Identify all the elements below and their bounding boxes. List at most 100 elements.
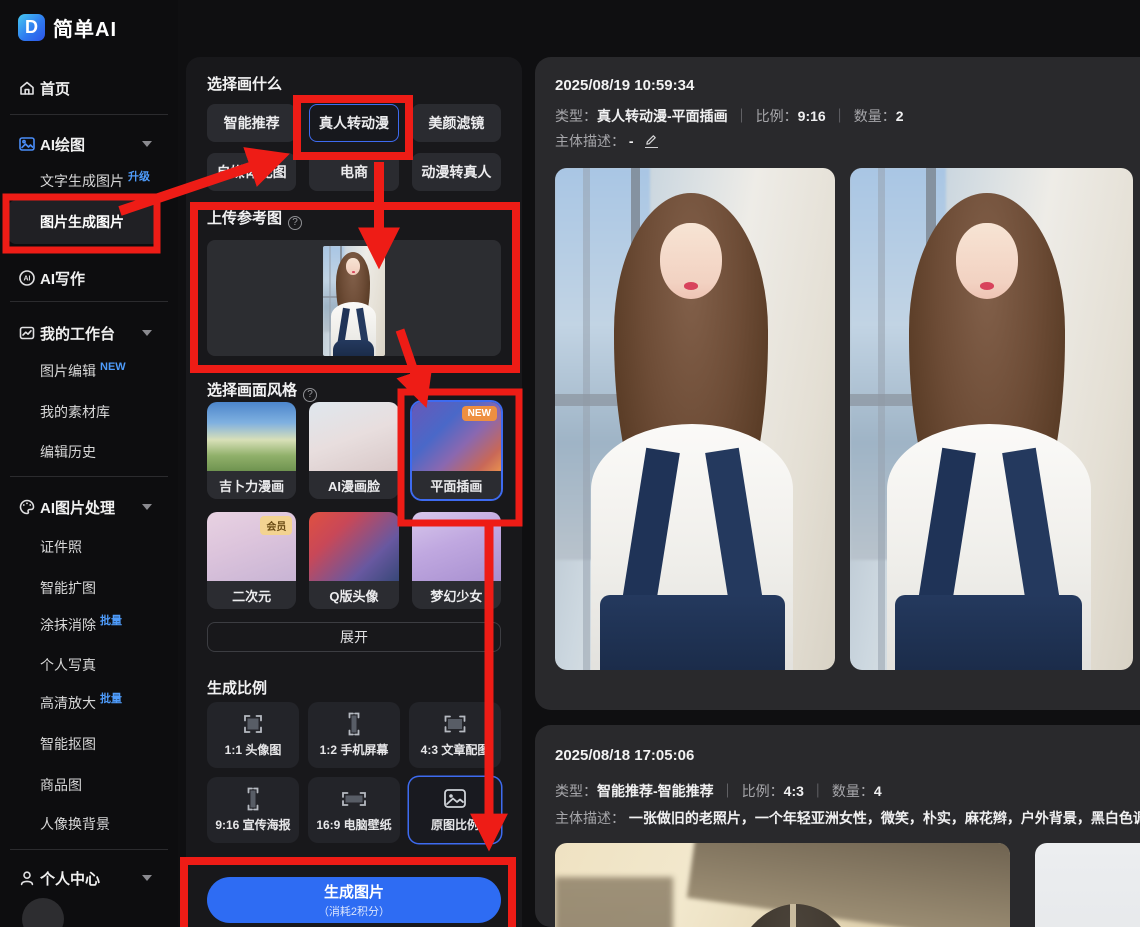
ratio-1-2[interactable]: 1:2 手机屏幕 [308, 702, 400, 768]
chevron-down-icon[interactable] [142, 330, 152, 336]
generated-image-1[interactable] [555, 168, 835, 670]
style-q-avatar-thumbnail [309, 512, 398, 581]
style-label: Q版头像 [309, 581, 398, 609]
style-ai-manga-face[interactable]: AI漫画脸 [309, 402, 398, 499]
style-q-avatar[interactable]: Q版头像 [309, 512, 398, 609]
generate-button-cost: （消耗2积分） [318, 903, 390, 919]
sidebar-divider [10, 476, 168, 477]
generated-image-2[interactable] [850, 168, 1133, 670]
sidebar-item-personal-center[interactable]: 个人中心 [0, 865, 178, 891]
sidebar: D 简单AI 首页 AI绘图 文字生成图片升级 图片生成图片 AI [0, 0, 178, 927]
result-timestamp: 2025/08/18 17:05:06 [555, 747, 694, 764]
crop-portrait-icon [239, 787, 267, 811]
ratio-label: 4:3 文章配图 [421, 741, 490, 758]
category-photo-to-anime[interactable]: 真人转动漫 [309, 104, 398, 142]
sidebar-item-image-edit[interactable]: 图片编辑NEW [0, 358, 178, 384]
crop-square-icon [239, 712, 267, 736]
workbench-icon [17, 323, 37, 343]
gray-photo-art [1035, 843, 1140, 927]
sidebar-item-label: 高清放大 [40, 695, 96, 711]
ai-circle-icon: AI [17, 268, 37, 288]
sidebar-item-id-photo[interactable]: 证件照 [0, 534, 178, 560]
sidebar-item-image-to-image[interactable]: 图片生成图片 [0, 209, 178, 235]
category-ecommerce[interactable]: 电商 [309, 153, 398, 191]
batch-badge: 批量 [100, 615, 122, 627]
ratio-original[interactable]: 原图比例 [409, 777, 501, 843]
style-ghibli[interactable]: 吉卜力漫画 [207, 402, 296, 499]
style-label: 吉卜力漫画 [207, 471, 296, 499]
expand-button[interactable]: 展开 [207, 622, 501, 652]
crop-tall-icon [340, 712, 368, 736]
meta-count-value: 2 [896, 108, 904, 124]
sidebar-item-label: 我的工作台 [40, 323, 115, 344]
generated-portrait-art [850, 168, 1133, 670]
help-icon[interactable]: ? [288, 216, 302, 230]
sidebar-item-hd-upscale[interactable]: 高清放大批量 [0, 690, 178, 716]
ratio-label: 9:16 宣传海报 [215, 816, 290, 833]
brand-logo-icon: D [18, 14, 45, 41]
help-icon[interactable]: ? [303, 388, 317, 402]
sidebar-item-ai-image-processing[interactable]: AI图片处理 [0, 494, 178, 520]
meta-count-value: 4 [874, 783, 882, 799]
sidebar-item-my-assets[interactable]: 我的素材库 [0, 399, 178, 425]
generate-button[interactable]: 生成图片 （消耗2积分） [207, 877, 501, 923]
style-ai-manga-face-thumbnail [309, 402, 398, 471]
ratio-1-1[interactable]: 1:1 头像图 [207, 702, 299, 768]
chevron-down-icon[interactable] [142, 504, 152, 510]
generate-button-label: 生成图片 [324, 881, 384, 902]
original-image-icon [441, 787, 469, 811]
new-badge: NEW [100, 361, 126, 373]
sidebar-item-product-image[interactable]: 商品图 [0, 772, 178, 798]
sidebar-item-label: 智能扩图 [40, 578, 96, 598]
category-beauty-filter[interactable]: 美颜滤镜 [412, 104, 501, 142]
sidebar-item-workbench[interactable]: 我的工作台 [0, 320, 178, 346]
style-dream-girl-thumbnail [412, 512, 501, 581]
desc-label: 主体描述： [555, 133, 625, 149]
category-smart-recommend[interactable]: 智能推荐 [207, 104, 296, 142]
upload-reference-area[interactable] [207, 240, 501, 356]
meta-ratio-value: 9:16 [798, 108, 826, 124]
sidebar-item-label: 涂抹消除 [40, 617, 96, 633]
desc-label: 主体描述： [555, 810, 625, 826]
brand-logo[interactable]: D 简单AI [18, 13, 117, 42]
uploaded-reference-image[interactable] [323, 246, 385, 356]
meta-type-label: 类型： [555, 783, 597, 799]
sidebar-item-label: AI写作 [40, 268, 85, 289]
style-dream-girl[interactable]: 梦幻少女 [412, 512, 501, 609]
chevron-down-icon[interactable] [142, 875, 152, 881]
sidebar-item-label: 个人中心 [40, 868, 100, 889]
sidebar-item-ai-writing[interactable]: AI AI写作 [0, 265, 178, 291]
chevron-down-icon[interactable] [142, 141, 152, 147]
sidebar-item-edit-history[interactable]: 编辑历史 [0, 439, 178, 465]
ratio-label: 16:9 电脑壁纸 [316, 816, 391, 833]
batch-badge: 批量 [100, 693, 122, 705]
category-anime-to-photo[interactable]: 动漫转真人 [412, 153, 501, 191]
style-flat-illustration[interactable]: NEW 平面插画 [412, 402, 501, 499]
pencil-icon [645, 133, 658, 146]
category-media-illustration[interactable]: 自媒体配图 [207, 153, 296, 191]
edit-description-button[interactable] [645, 133, 658, 148]
ratio-label: 1:1 头像图 [225, 741, 282, 758]
sidebar-item-label: 编辑历史 [40, 442, 96, 462]
sidebar-item-text-to-image[interactable]: 文字生成图片升级 [0, 168, 178, 194]
ratio-16-9[interactable]: 16:9 电脑壁纸 [308, 777, 400, 843]
sidebar-item-label: 商品图 [40, 775, 82, 795]
sidebar-item-home[interactable]: 首页 [0, 75, 178, 101]
sidebar-item-smudge-remove[interactable]: 涂抹消除批量 [0, 612, 178, 638]
sidebar-item-ai-draw[interactable]: AI绘图 [0, 131, 178, 157]
meta-count-label: 数量： [832, 783, 874, 799]
ratio-4-3[interactable]: 4:3 文章配图 [409, 702, 501, 768]
generated-image-gray-photo[interactable] [1035, 843, 1140, 927]
sidebar-item-smart-cutout[interactable]: 智能抠图 [0, 731, 178, 757]
sidebar-item-personal-photo[interactable]: 个人写真 [0, 652, 178, 678]
user-avatar[interactable] [22, 898, 64, 927]
sidebar-item-smart-expand[interactable]: 智能扩图 [0, 575, 178, 601]
sidebar-item-portrait-bg-swap[interactable]: 人像换背景 [0, 811, 178, 837]
crop-wide-icon [441, 712, 469, 736]
style-label: 平面插画 [412, 471, 501, 499]
ratio-9-16[interactable]: 9:16 宣传海报 [207, 777, 299, 843]
crop-landscape-icon [340, 787, 368, 811]
style-2d-anime[interactable]: 会员 二次元 [207, 512, 296, 609]
generated-image-old-photo[interactable] [555, 843, 1010, 927]
svg-text:AI: AI [24, 276, 31, 283]
